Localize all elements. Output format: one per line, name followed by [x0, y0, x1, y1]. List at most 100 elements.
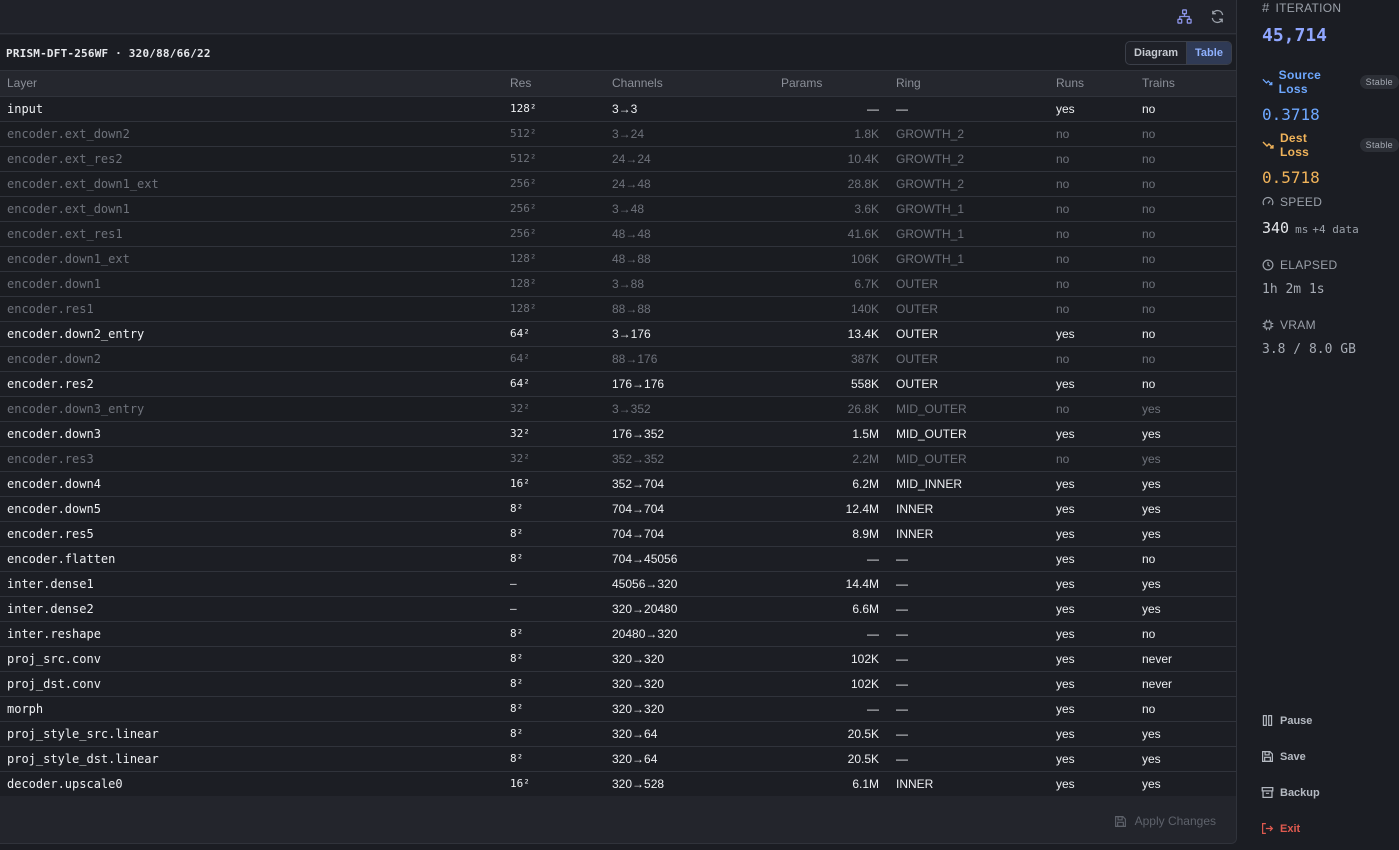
exit-button[interactable]: Exit — [1261, 822, 1300, 835]
res-cell: 16² — [503, 471, 605, 497]
pause-label: Pause — [1280, 714, 1313, 727]
table-row[interactable]: inter.dense2—320→20480 6.6M — yes yes — [0, 596, 1236, 622]
column-header-runs[interactable]: Runs — [1049, 71, 1135, 97]
trains-cell: never — [1135, 646, 1236, 672]
channels-cell: 320→528 — [605, 771, 745, 797]
params-cell: 6.1M — [745, 771, 889, 797]
backup-button[interactable]: Backup — [1261, 786, 1320, 799]
table-row[interactable]: encoder.res1 128² 88→88 140K OUTER no no — [0, 296, 1236, 322]
clock-icon — [1262, 259, 1274, 271]
table-row[interactable]: inter.dense1—45056→320 14.4M — yes yes — [0, 571, 1236, 597]
table-row[interactable]: encoder.res5 8² 704→704 8.9M INNER yes yes — [0, 521, 1236, 547]
channels-cell: 704→704 — [605, 496, 745, 522]
layer-name-cell: encoder.ext_res1 — [0, 221, 503, 247]
table-row[interactable]: proj_src.conv 8² 320→320 102K — yes never — [0, 646, 1236, 672]
table-row[interactable]: encoder.ext_res1 256² 48→48 41.6K GROWTH_1 no… — [0, 221, 1236, 247]
res-cell: 128² — [503, 271, 605, 297]
vram-value: 3.8 / 8.0 GB — [1262, 342, 1356, 357]
channels-cell: 48→88 — [605, 246, 745, 272]
apply-changes-button[interactable]: Apply Changes — [1114, 814, 1216, 828]
table-row[interactable]: proj_style_dst.linear 8² 320→64 20.5K — yes ye… — [0, 746, 1236, 772]
table-row[interactable]: encoder.down4 16² 352→704 6.2M MID_INNER yes y… — [0, 471, 1236, 497]
table-row[interactable]: morph 8² 320→320— — yes no — [0, 696, 1236, 722]
source-loss-stat: Source Loss Stable 0.3718 — [1262, 68, 1399, 124]
res-cell: 8² — [503, 546, 605, 572]
table-row[interactable]: encoder.res2 64² 176→176 558K OUTER yes no — [0, 371, 1236, 397]
table-row[interactable]: encoder.down3_entry 32² 3→352 26.8K MID_OUTE… — [0, 396, 1236, 422]
trains-cell: yes — [1135, 571, 1236, 597]
table-row[interactable]: decoder.upscale0 16² 320→528 6.1M INNER yes ye… — [0, 771, 1236, 797]
table-row[interactable]: encoder.ext_down1 256² 3→48 3.6K GROWTH_1 no n… — [0, 196, 1236, 222]
runs-cell: no — [1049, 146, 1135, 172]
table-row[interactable]: encoder.ext_down1_ext 256² 24→48 28.8K GROWT… — [0, 171, 1236, 197]
table-row[interactable]: encoder.flatten 8² 704→45056— — yes no — [0, 546, 1236, 572]
trains-cell: no — [1135, 96, 1236, 122]
res-cell: 128² — [503, 296, 605, 322]
source-loss-value: 0.3718 — [1262, 105, 1320, 124]
column-header-ring[interactable]: Ring — [889, 71, 1049, 97]
layer-name-cell: encoder.ext_down1_ext — [0, 171, 503, 197]
view-toggle: Diagram Table — [1125, 41, 1232, 65]
ring-cell: MID_OUTER — [889, 446, 1049, 472]
refresh-icon[interactable] — [1208, 7, 1226, 25]
table-row[interactable]: encoder.down1 128² 3→88 6.7K OUTER no no — [0, 271, 1236, 297]
params-cell: — — [745, 546, 889, 572]
pause-button[interactable]: Pause — [1261, 714, 1312, 727]
table-row[interactable]: encoder.down1_ext 128² 48→88 106K GROWTH_1 no… — [0, 246, 1236, 272]
table-row[interactable]: encoder.down3 32² 176→352 1.5M MID_OUTER yes y… — [0, 421, 1236, 447]
trains-cell: no — [1135, 321, 1236, 347]
params-cell: 6.6M — [745, 596, 889, 622]
runs-cell: yes — [1049, 771, 1135, 797]
table-row[interactable]: encoder.res3 32² 352→352 2.2M MID_OUTER no yes — [0, 446, 1236, 472]
table-row[interactable]: encoder.ext_res2 512² 24→24 10.4K GROWTH_2 no… — [0, 146, 1236, 172]
trains-cell: yes — [1135, 446, 1236, 472]
runs-cell: yes — [1049, 96, 1135, 122]
table-row[interactable]: encoder.down5 8² 704→704 12.4M INNER yes yes — [0, 496, 1236, 522]
layer-name-cell: encoder.down4 — [0, 471, 503, 497]
ring-cell: GROWTH_1 — [889, 196, 1049, 222]
runs-cell: yes — [1049, 321, 1135, 347]
table-row[interactable]: encoder.down2_entry 64² 3→176 13.4K OUTER yes… — [0, 321, 1236, 347]
ring-cell: — — [889, 621, 1049, 647]
ring-cell: — — [889, 696, 1049, 722]
runs-cell: yes — [1049, 546, 1135, 572]
column-header-layer[interactable]: Layer — [0, 71, 503, 97]
diagram-view-button[interactable]: Diagram — [1126, 42, 1186, 64]
layer-name-cell: encoder.down1 — [0, 271, 503, 297]
channels-cell: 3→352 — [605, 396, 745, 422]
channels-cell: 352→704 — [605, 471, 745, 497]
ring-cell: — — [889, 571, 1049, 597]
runs-cell: yes — [1049, 571, 1135, 597]
channels-cell: 352→352 — [605, 446, 745, 472]
channels-cell: 48→48 — [605, 221, 745, 247]
layer-name-cell: proj_style_src.linear — [0, 721, 503, 747]
column-header-trains[interactable]: Trains — [1135, 71, 1236, 97]
hash-icon: # — [1262, 0, 1270, 15]
save-icon — [1262, 751, 1273, 762]
column-header-res[interactable]: Res — [503, 71, 605, 97]
channels-cell: 320→64 — [605, 721, 745, 747]
table-row[interactable]: input 128² 3→3— — yes no — [0, 96, 1236, 122]
table-row[interactable]: inter.reshape 8² 20480→320— — yes no — [0, 621, 1236, 647]
table-row[interactable]: proj_dst.conv 8² 320→320 102K — yes never — [0, 671, 1236, 697]
res-cell: 512² — [503, 146, 605, 172]
layer-name-cell: encoder.down3_entry — [0, 396, 503, 422]
dest-loss-stat: Dest Loss Stable 0.5718 — [1262, 131, 1399, 187]
column-header-channels[interactable]: Channels — [605, 71, 745, 97]
channels-cell: 320→64 — [605, 746, 745, 772]
res-cell: 512² — [503, 121, 605, 147]
ring-cell: OUTER — [889, 346, 1049, 372]
runs-cell: no — [1049, 196, 1135, 222]
trains-cell: no — [1135, 196, 1236, 222]
column-header-params[interactable]: Params — [745, 71, 889, 97]
table-row[interactable]: encoder.down2 64² 88→176 387K OUTER no no — [0, 346, 1236, 372]
network-diagram-icon[interactable] — [1175, 7, 1193, 25]
trains-cell: no — [1135, 621, 1236, 647]
channels-cell: 3→88 — [605, 271, 745, 297]
trend-down-icon — [1262, 78, 1273, 86]
table-row[interactable]: encoder.ext_down2 512² 3→24 1.8K GROWTH_2 no n… — [0, 121, 1236, 147]
runs-cell: no — [1049, 296, 1135, 322]
save-button[interactable]: Save — [1261, 750, 1306, 763]
table-row[interactable]: proj_style_src.linear 8² 320→64 20.5K — yes ye… — [0, 721, 1236, 747]
table-view-button[interactable]: Table — [1186, 42, 1231, 64]
